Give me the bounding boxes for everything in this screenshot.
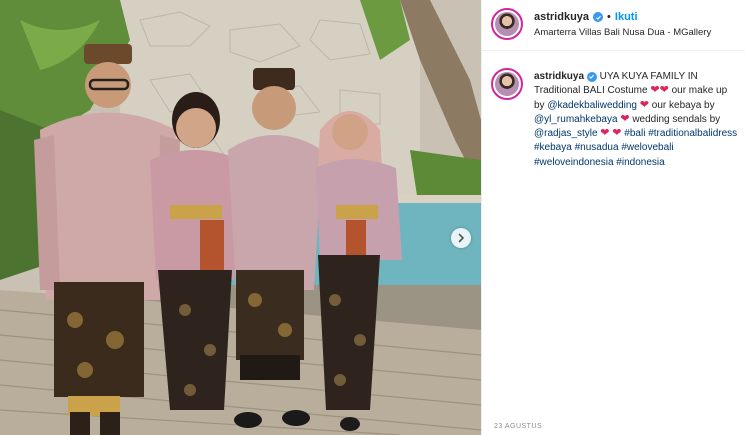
red-heart-emoji-icon: ❤ (639, 98, 649, 111)
chevron-right-icon (458, 233, 465, 243)
caption-username[interactable]: astridkuya (534, 71, 584, 82)
hashtag-link[interactable]: #kebaya (534, 142, 572, 153)
avatar[interactable] (491, 8, 523, 40)
hashtag-link[interactable]: #nusadua (575, 142, 619, 153)
username-link[interactable]: astridkuya (534, 11, 589, 23)
hashtag-link[interactable]: #weloveindonesia (534, 157, 614, 168)
follow-button[interactable]: Ikuti (615, 11, 638, 23)
hashtag-link[interactable]: #traditionalbalidress (648, 128, 737, 139)
caption-avatar[interactable] (491, 68, 523, 100)
separator-dot: • (607, 11, 611, 23)
caption-kebaya-text: our kebaya by (651, 99, 715, 111)
post-date[interactable]: 23 AGUSTUS (494, 423, 542, 430)
header-user-row: astridkuya • Ikuti (534, 11, 638, 23)
post-photo[interactable] (0, 0, 481, 435)
post-header: astridkuya • Ikuti Amarterra Villas Bali… (482, 0, 745, 51)
mention-kebaya-link[interactable]: @yl_rumahkebaya (534, 114, 618, 125)
post-sidebar: astridkuya • Ikuti Amarterra Villas Bali… (481, 0, 745, 435)
hashtag-link[interactable]: #welovebali (621, 142, 673, 153)
instagram-post: astridkuya • Ikuti Amarterra Villas Bali… (0, 0, 745, 435)
caption-text: astridkuya UYA KUYA FAMILY IN Traditiona… (534, 70, 739, 170)
hashtag-link[interactable]: #bali (624, 128, 645, 139)
family-photo-illustration (0, 0, 481, 435)
red-heart-emoji-icon: ❤ (612, 127, 622, 140)
red-heart-emoji-icon: ❤ (600, 127, 610, 140)
caption-sendals-text: wedding sendals by (632, 113, 721, 125)
mention-makeup-link[interactable]: @kadekbaliwedding (547, 100, 637, 111)
red-heart-emoji-icon: ❤ (620, 112, 630, 125)
hashtag-link[interactable]: #indonesia (616, 157, 664, 168)
verified-badge-icon (593, 12, 604, 22)
mention-sendals-link[interactable]: @radjas_style (534, 128, 598, 139)
red-heart-emoji-icon: ❤ (659, 84, 669, 97)
location-link[interactable]: Amarterra Villas Bali Nusa Dua - MGaller… (534, 27, 711, 38)
red-heart-emoji-icon: ❤ (650, 84, 660, 97)
next-photo-button[interactable] (451, 228, 471, 248)
verified-badge-icon (586, 71, 597, 82)
